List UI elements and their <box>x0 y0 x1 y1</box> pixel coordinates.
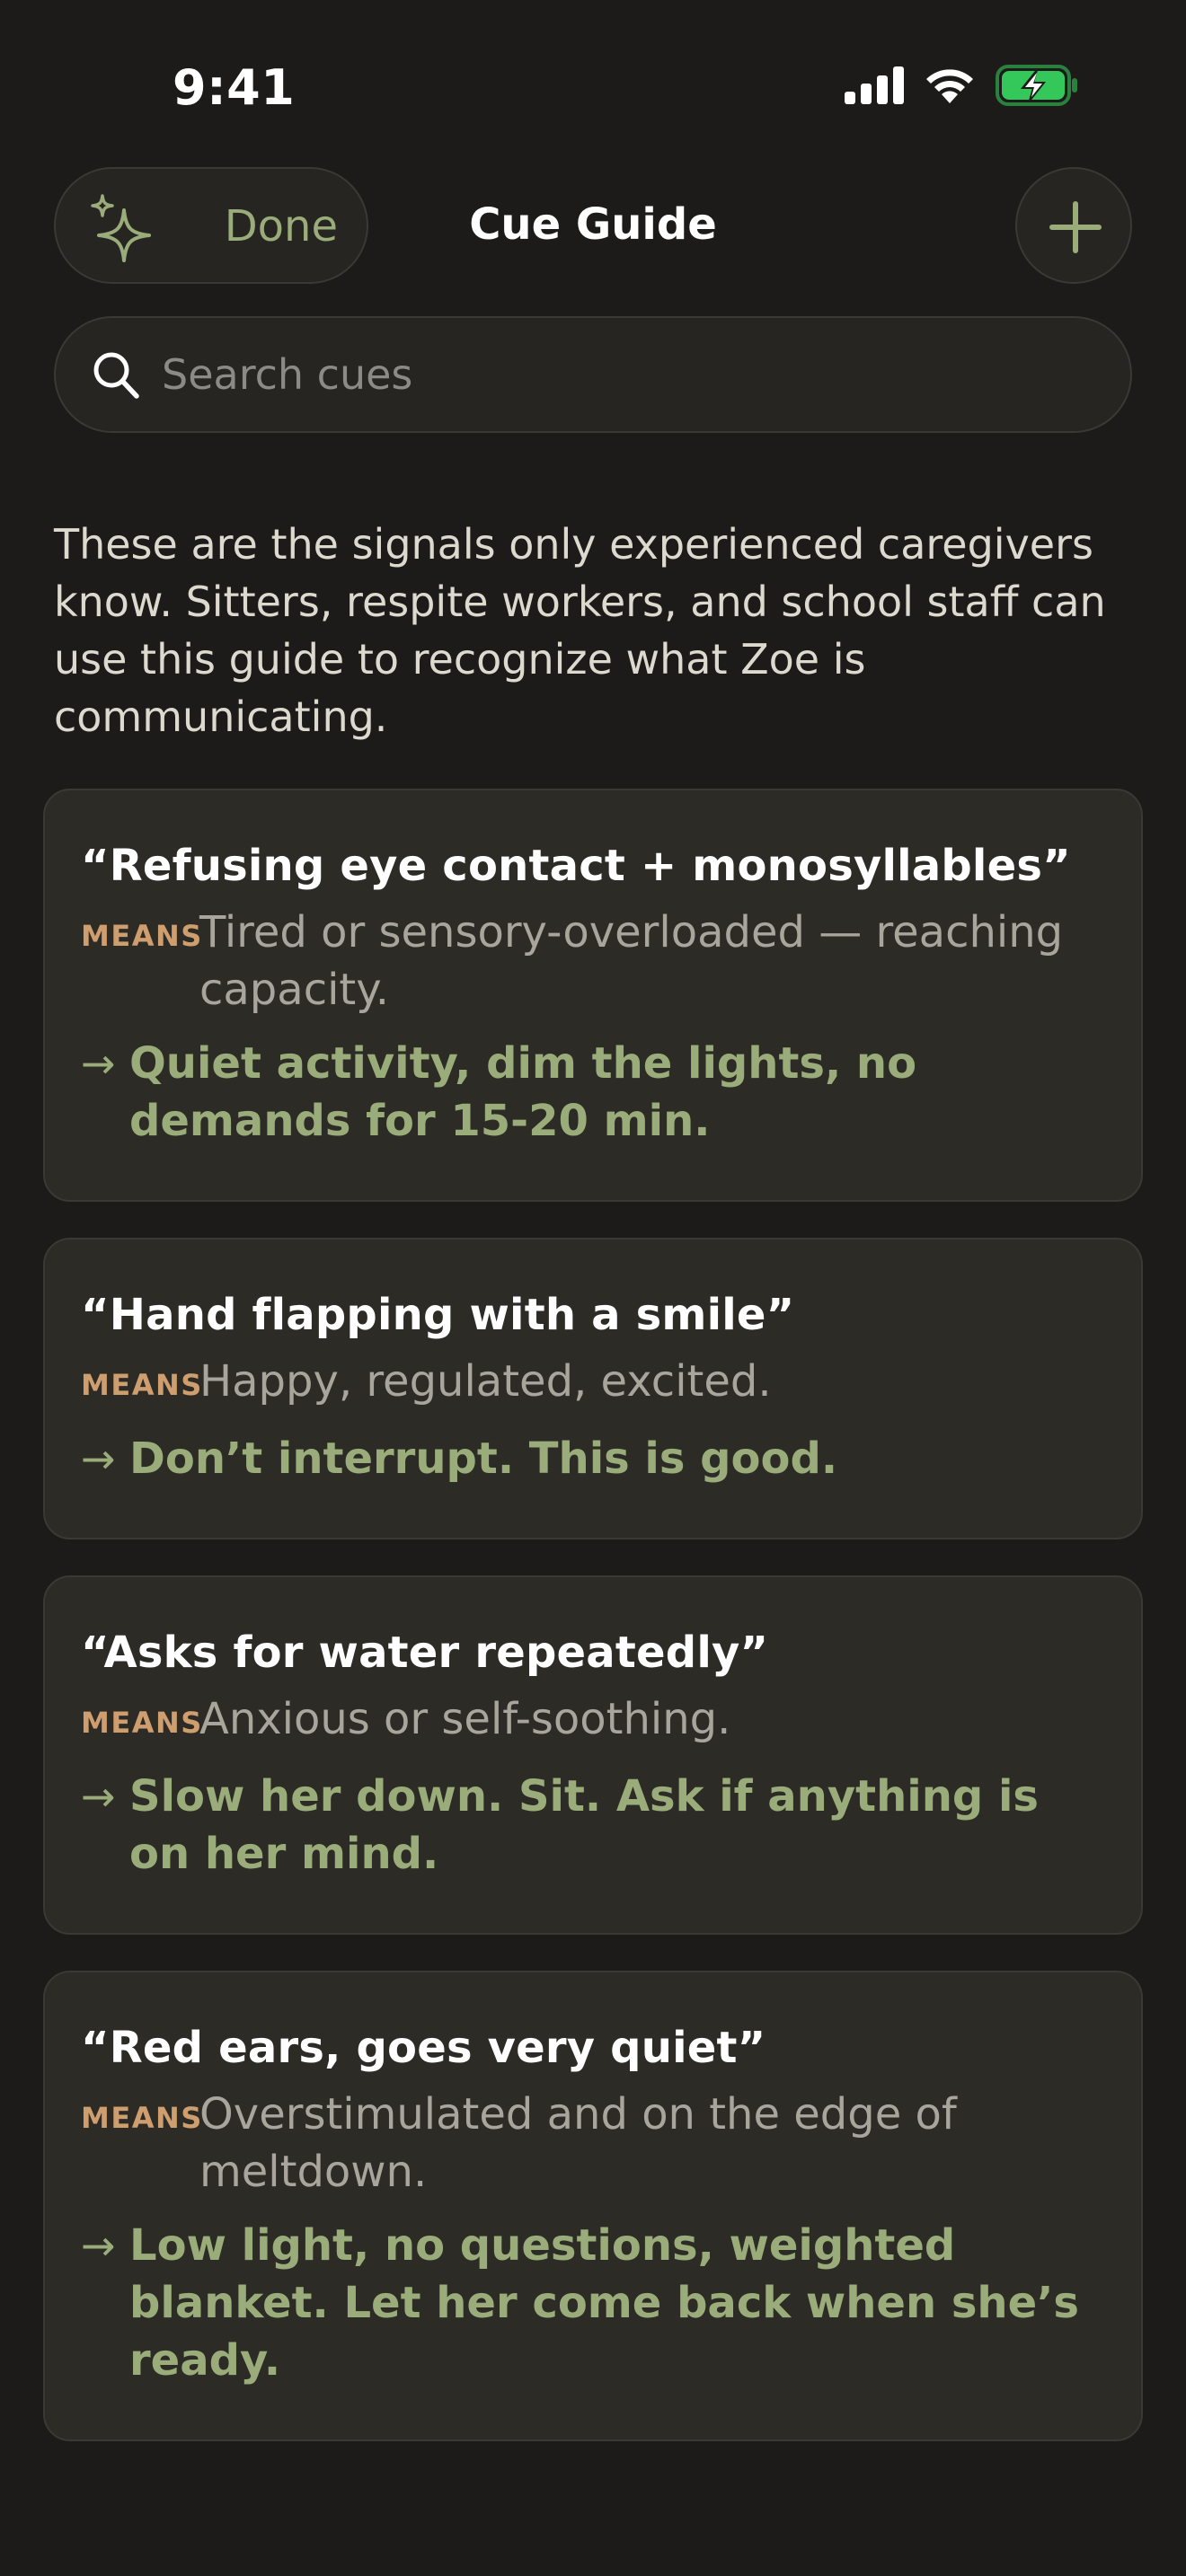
cue-action: Quiet activity, dim the lights, no deman… <box>129 1038 917 1146</box>
arrow-right-icon: → <box>81 2221 116 2270</box>
cue-meaning: Tired or sensory-overloaded — reaching c… <box>199 907 1064 1015</box>
means-label: MEANS <box>81 1706 203 1740</box>
header-bar: Done Cue Guide <box>54 167 1132 284</box>
cue-card[interactable]: “Hand flapping with a smile” MEANS Happy… <box>43 1238 1143 1539</box>
cellular-signal-icon <box>845 66 904 108</box>
wifi-icon <box>924 66 976 109</box>
cue-meaning: Overstimulated and on the edge of meltdo… <box>199 2089 957 2197</box>
means-row: MEANS Tired or sensory-overloaded — reac… <box>81 904 1107 1019</box>
means-label: MEANS <box>81 2101 203 2135</box>
add-cue-button[interactable] <box>1015 167 1132 284</box>
action-row: → Low light, no questions, weighted blan… <box>81 2217 1107 2389</box>
arrow-right-icon: → <box>81 1434 116 1483</box>
cue-card[interactable]: “Red ears, goes very quiet” MEANS Overst… <box>43 1971 1143 2441</box>
arrow-right-icon: → <box>81 1039 116 1088</box>
intro-text: These are the signals only experienced c… <box>54 520 1106 741</box>
cue-action: Low light, no questions, weighted blanke… <box>129 2220 1079 2386</box>
cue-title: “Red ears, goes very quiet” <box>81 2023 766 2073</box>
cue-action: Don’t interrupt. This is good. <box>129 1434 838 1484</box>
means-row: MEANS Anxious or self-soothing. <box>81 1690 1107 1751</box>
cue-action: Slow her down. Sit. Ask if anything is o… <box>129 1771 1039 1879</box>
battery-charging-icon <box>996 65 1078 110</box>
search-icon <box>93 352 139 399</box>
status-bar: 9:41 <box>0 0 1186 171</box>
status-icons <box>845 65 1078 110</box>
means-label: MEANS <box>81 1368 203 1402</box>
cue-title: “Asks for water repeatedly” <box>81 1628 769 1678</box>
page-title: Cue Guide <box>469 199 717 250</box>
cue-title: “Hand flapping with a smile” <box>81 1290 795 1340</box>
cue-card[interactable]: “Asks for water repeatedly” MEANS Anxiou… <box>43 1575 1143 1935</box>
means-label: MEANS <box>81 919 203 953</box>
cue-card[interactable]: “Refusing eye contact + monosyllables” M… <box>43 789 1143 1202</box>
means-row: MEANS Happy, regulated, excited. <box>81 1353 1107 1414</box>
cue-list: “Refusing eye contact + monosyllables” M… <box>43 789 1143 2441</box>
cue-meaning: Anxious or self-soothing. <box>199 1694 731 1744</box>
search-field[interactable] <box>54 316 1132 433</box>
cue-title: “Refusing eye contact + monosyllables” <box>81 841 1071 891</box>
means-row: MEANS Overstimulated and on the edge of … <box>81 2086 1107 2201</box>
cue-meaning: Happy, regulated, excited. <box>199 1356 772 1407</box>
action-row: → Quiet activity, dim the lights, no dem… <box>81 1035 1107 1150</box>
action-row: → Slow her down. Sit. Ask if anything is… <box>81 1768 1107 1883</box>
plus-icon <box>1049 201 1102 253</box>
search-input[interactable] <box>162 345 1096 404</box>
arrow-right-icon: → <box>81 1772 116 1821</box>
action-row: → Don’t interrupt. This is good. <box>81 1430 1107 1487</box>
status-time: 9:41 <box>173 59 296 116</box>
